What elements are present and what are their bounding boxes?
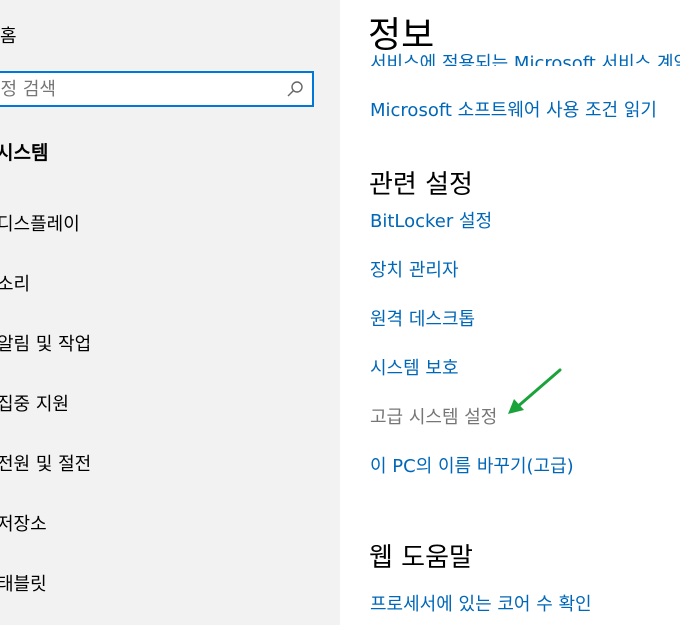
- system-protection-link[interactable]: 시스템 보호: [370, 354, 459, 380]
- annotation-arrow-icon: [508, 368, 562, 414]
- nav-item-storage[interactable]: 저장소: [0, 510, 47, 536]
- settings-search-box[interactable]: [0, 71, 314, 107]
- web-help-heading: 웹 도움말: [369, 543, 473, 573]
- settings-search-input[interactable]: [0, 73, 282, 105]
- nav-item-display[interactable]: 디스플레이: [0, 210, 80, 236]
- device-manager-link[interactable]: 장치 관리자: [370, 256, 459, 282]
- nav-home-item[interactable]: 홈: [0, 22, 17, 48]
- search-icon[interactable]: [286, 80, 304, 98]
- rename-pc-link[interactable]: 이 PC의 이름 바꾸기(고급): [370, 452, 574, 478]
- settings-window: 홈 시스템 디스플레이 소리 알림 및 작업 집중 지원 전원 및 절전 저장소…: [0, 0, 680, 625]
- nav-item-notifications[interactable]: 알림 및 작업: [0, 330, 91, 356]
- processor-cores-link[interactable]: 프로세서에 있는 코어 수 확인: [370, 590, 592, 616]
- nav-item-sound[interactable]: 소리: [0, 270, 30, 296]
- nav-item-tablet[interactable]: 태블릿: [0, 570, 47, 596]
- services-agreement-link-label: 서비스에 적용되는 Microsoft 서비스 계약 읽기: [370, 53, 680, 66]
- nav-home-label: 홈: [0, 26, 17, 47]
- license-terms-link[interactable]: Microsoft 소프트웨어 사용 조건 읽기: [370, 96, 657, 122]
- bitlocker-settings-link[interactable]: BitLocker 설정: [370, 207, 492, 233]
- related-settings-heading: 관련 설정: [369, 170, 473, 200]
- content-pane: 정보 서비스에 적용되는 Microsoft 서비스 계약 읽기 Microso…: [340, 0, 680, 625]
- remote-desktop-link[interactable]: 원격 데스크톱: [370, 305, 475, 331]
- advanced-system-settings-link[interactable]: 고급 시스템 설정: [370, 403, 497, 429]
- nav-item-power-sleep[interactable]: 전원 및 절전: [0, 450, 91, 476]
- nav-section-system: 시스템: [0, 142, 49, 164]
- nav-item-focus-assist[interactable]: 집중 지원: [0, 390, 69, 416]
- navigation-pane: 홈 시스템 디스플레이 소리 알림 및 작업 집중 지원 전원 및 절전 저장소…: [0, 0, 340, 625]
- services-agreement-link[interactable]: 서비스에 적용되는 Microsoft 서비스 계약 읽기: [370, 46, 680, 66]
